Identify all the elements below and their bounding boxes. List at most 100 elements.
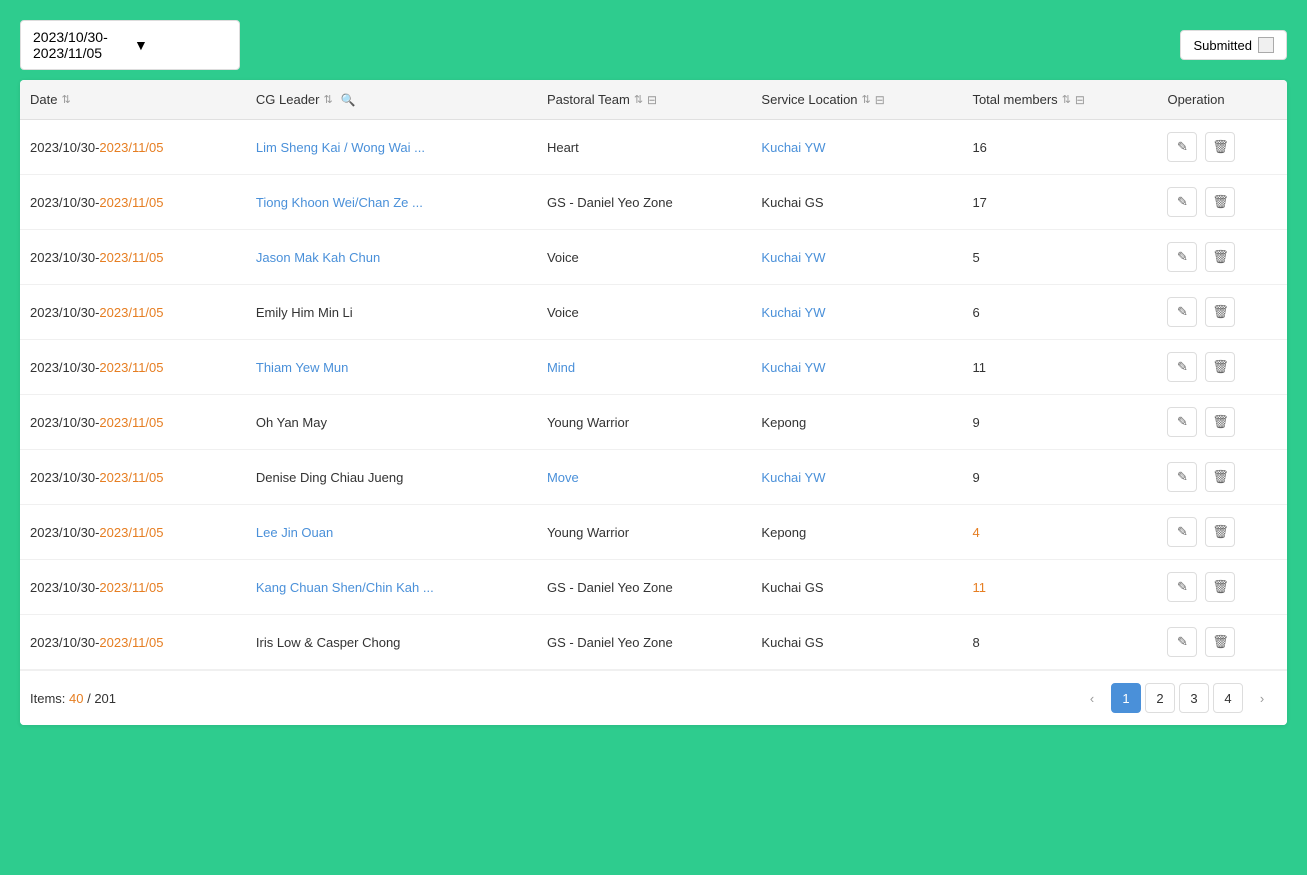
date-start: 2023/10/30-	[30, 360, 99, 375]
pastoral-team-value: Young Warrior	[547, 525, 629, 540]
delete-button[interactable]: 🗑	[1205, 407, 1235, 437]
cell-service-location: Kuchai YW	[751, 230, 962, 285]
table-row: 2023/10/30-2023/11/05Tiong Khoon Wei/Cha…	[20, 175, 1287, 230]
delete-button[interactable]: 🗑	[1205, 187, 1235, 217]
date-range-selector[interactable]: 2023/10/30-2023/11/05 ▼	[20, 20, 240, 70]
pastoral-team-value: GS - Daniel Yeo Zone	[547, 580, 673, 595]
location-filter-icon[interactable]: ⊟	[875, 93, 885, 107]
edit-button[interactable]: ✎	[1167, 462, 1197, 492]
page-1-button[interactable]: 1	[1111, 683, 1141, 713]
date-start: 2023/10/30-	[30, 250, 99, 265]
delete-button[interactable]: 🗑	[1205, 462, 1235, 492]
total-sort-icon[interactable]: ⇅	[1062, 93, 1071, 106]
page-2-button[interactable]: 2	[1145, 683, 1175, 713]
cell-total-members: 9	[962, 450, 1157, 505]
cell-pastoral-team: GS - Daniel Yeo Zone	[537, 615, 751, 670]
cg-leader-link[interactable]: Kang Chuan Shen/Chin Kah ...	[256, 580, 434, 595]
total-members-value: 9	[972, 415, 979, 430]
delete-button[interactable]: 🗑	[1205, 132, 1235, 162]
pastoral-team-link[interactable]: Mind	[547, 360, 575, 375]
cell-cg-leader: Thiam Yew Mun	[246, 340, 537, 395]
pastoral-team-value: GS - Daniel Yeo Zone	[547, 195, 673, 210]
edit-button[interactable]: ✎	[1167, 242, 1197, 272]
edit-button[interactable]: ✎	[1167, 407, 1197, 437]
cell-date: 2023/10/30-2023/11/05	[20, 120, 246, 175]
pagination: ‹ 1 2 3 4 ›	[1077, 683, 1277, 713]
cg-leader-link[interactable]: Thiam Yew Mun	[256, 360, 349, 375]
edit-button[interactable]: ✎	[1167, 187, 1197, 217]
service-location-link[interactable]: Kuchai YW	[761, 140, 825, 155]
cell-date: 2023/10/30-2023/11/05	[20, 505, 246, 560]
page-4-button[interactable]: 4	[1213, 683, 1243, 713]
total-members-value: 8	[972, 635, 979, 650]
cell-cg-leader: Kang Chuan Shen/Chin Kah ...	[246, 560, 537, 615]
cell-pastoral-team: Voice	[537, 230, 751, 285]
delete-button[interactable]: 🗑	[1205, 242, 1235, 272]
cell-service-location: Kepong	[751, 395, 962, 450]
cell-service-location: Kuchai YW	[751, 450, 962, 505]
edit-button[interactable]: ✎	[1167, 297, 1197, 327]
delete-button[interactable]: 🗑	[1205, 627, 1235, 657]
col-pastoral-team: Pastoral Team ⇅ ⊟	[537, 80, 751, 120]
date-end: 2023/11/05	[99, 250, 163, 265]
pastoral-sort-icon[interactable]: ⇅	[634, 93, 643, 106]
cg-leader-value: Iris Low & Casper Chong	[256, 635, 401, 650]
service-location-link[interactable]: Kuchai YW	[761, 360, 825, 375]
date-end: 2023/11/05	[99, 470, 163, 485]
total-members-value: 6	[972, 305, 979, 320]
edit-button[interactable]: ✎	[1167, 132, 1197, 162]
cell-total-members: 6	[962, 285, 1157, 340]
total-filter-icon[interactable]: ⊟	[1075, 93, 1085, 107]
date-end: 2023/11/05	[99, 635, 163, 650]
cg-leader-link[interactable]: Tiong Khoon Wei/Chan Ze ...	[256, 195, 423, 210]
page-3-button[interactable]: 3	[1179, 683, 1209, 713]
edit-button[interactable]: ✎	[1167, 352, 1197, 382]
pastoral-filter-icon[interactable]: ⊟	[647, 93, 657, 107]
delete-button[interactable]: 🗑	[1205, 352, 1235, 382]
prev-page-button[interactable]: ‹	[1077, 683, 1107, 713]
col-service-location: Service Location ⇅ ⊟	[751, 80, 962, 120]
cg-leader-link[interactable]: Lee Jin Ouan	[256, 525, 333, 540]
table-row: 2023/10/30-2023/11/05 Lim Sheng Kai / Won…	[20, 120, 1287, 175]
cell-operation: ✎ 🗑	[1157, 340, 1287, 395]
date-start: 2023/10/30-	[30, 525, 99, 540]
top-bar: 2023/10/30-2023/11/05 ▼ Submitted	[20, 20, 1287, 70]
service-location-link[interactable]: Kuchai YW	[761, 305, 825, 320]
cg-leader-link[interactable]: Jason Mak Kah Chun	[256, 250, 380, 265]
next-page-button[interactable]: ›	[1247, 683, 1277, 713]
pastoral-team-value: GS - Daniel Yeo Zone	[547, 635, 673, 650]
edit-button[interactable]: ✎	[1167, 627, 1197, 657]
submitted-checkbox[interactable]	[1258, 37, 1274, 53]
cell-date: 2023/10/30-2023/11/05	[20, 560, 246, 615]
delete-button[interactable]: 🗑	[1205, 517, 1235, 547]
cg-leader-sort-icon[interactable]: ⇅	[323, 93, 332, 106]
edit-button[interactable]: ✎	[1167, 517, 1197, 547]
data-table-container: Date ⇅ CG Leader ⇅ 🔍 Pastoral Team ⇅	[20, 80, 1287, 725]
total-members-value: 11	[972, 360, 986, 375]
service-location-link[interactable]: Kuchai YW	[761, 470, 825, 485]
pastoral-team-link[interactable]: Move	[547, 470, 579, 485]
location-sort-icon[interactable]: ⇅	[862, 93, 871, 106]
cell-total-members: 8	[962, 615, 1157, 670]
edit-button[interactable]: ✎	[1167, 572, 1197, 602]
cell-cg-leader: Denise Ding Chiau Jueng	[246, 450, 537, 505]
date-sort-icon[interactable]: ⇅	[61, 93, 70, 106]
cell-cg-leader: Oh Yan May	[246, 395, 537, 450]
date-end: 2023/11/05	[99, 525, 163, 540]
col-pastoral-team-label: Pastoral Team	[547, 92, 630, 107]
date-start: 2023/10/30-	[30, 140, 99, 155]
delete-button[interactable]: 🗑	[1205, 297, 1235, 327]
date-start: 2023/10/30-	[30, 305, 99, 320]
service-location-link[interactable]: Kuchai YW	[761, 250, 825, 265]
cg-leader-link[interactable]: Lim Sheng Kai / Wong Wai ...	[256, 140, 425, 155]
cell-total-members: 17	[962, 175, 1157, 230]
col-operation: Operation	[1157, 80, 1287, 120]
cell-operation: ✎ 🗑	[1157, 505, 1287, 560]
service-location-value: Kuchai GS	[761, 635, 823, 650]
delete-button[interactable]: 🗑	[1205, 572, 1235, 602]
cg-leader-search-icon[interactable]: 🔍	[341, 93, 356, 107]
date-end: 2023/11/05	[99, 140, 163, 155]
total-count: 201	[94, 691, 116, 706]
total-members-value: 5	[972, 250, 979, 265]
cell-operation: ✎ 🗑	[1157, 450, 1287, 505]
